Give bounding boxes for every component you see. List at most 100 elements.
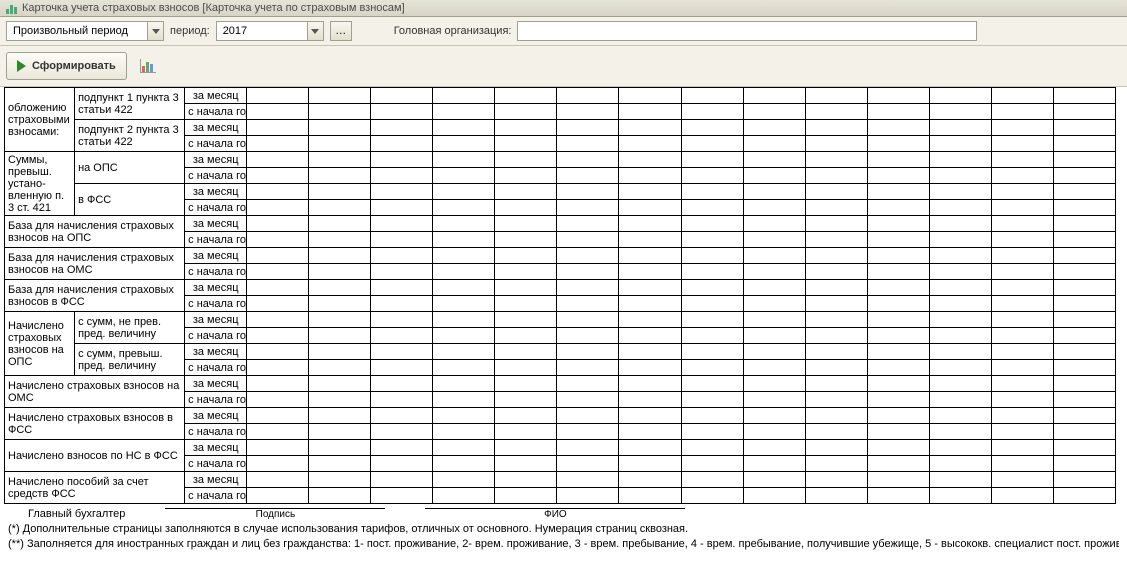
data-cell bbox=[433, 440, 495, 456]
data-cell bbox=[619, 296, 681, 312]
data-cell bbox=[929, 104, 991, 120]
row-label: Начислено страховых взносов на ОМС bbox=[5, 376, 185, 408]
data-cell bbox=[247, 344, 309, 360]
data-cell bbox=[681, 168, 743, 184]
data-cell bbox=[495, 104, 557, 120]
data-cell bbox=[805, 216, 867, 232]
data-cell bbox=[805, 312, 867, 328]
data-cell bbox=[929, 280, 991, 296]
period-type-combo[interactable]: Произвольный период bbox=[6, 21, 164, 41]
data-cell bbox=[495, 120, 557, 136]
data-cell bbox=[1053, 152, 1115, 168]
data-cell bbox=[433, 328, 495, 344]
data-cell bbox=[1053, 280, 1115, 296]
data-cell bbox=[433, 360, 495, 376]
org-input[interactable] bbox=[517, 21, 977, 41]
data-cell bbox=[929, 344, 991, 360]
data-cell bbox=[247, 456, 309, 472]
data-cell bbox=[991, 152, 1053, 168]
data-cell bbox=[929, 440, 991, 456]
row-label: Начислено взносов по НС в ФСС bbox=[5, 440, 185, 472]
data-cell bbox=[743, 216, 805, 232]
data-cell bbox=[247, 312, 309, 328]
data-cell bbox=[991, 360, 1053, 376]
period-month-cell: за месяц bbox=[185, 88, 247, 104]
period-type-value: Произвольный период bbox=[7, 24, 147, 38]
data-cell bbox=[557, 440, 619, 456]
data-cell bbox=[805, 104, 867, 120]
chart-settings-button[interactable] bbox=[135, 54, 161, 78]
data-cell bbox=[991, 376, 1053, 392]
data-cell bbox=[371, 120, 433, 136]
period-month-cell: за месяц bbox=[185, 152, 247, 168]
data-cell bbox=[247, 280, 309, 296]
data-cell bbox=[867, 136, 929, 152]
data-cell bbox=[495, 360, 557, 376]
period-picker-button[interactable]: … bbox=[330, 21, 352, 41]
data-cell bbox=[805, 280, 867, 296]
data-cell bbox=[805, 152, 867, 168]
data-cell bbox=[433, 88, 495, 104]
data-cell bbox=[1053, 344, 1115, 360]
data-cell bbox=[433, 216, 495, 232]
data-cell bbox=[1053, 472, 1115, 488]
data-cell bbox=[1053, 104, 1115, 120]
data-cell bbox=[743, 488, 805, 504]
dropdown-button[interactable] bbox=[307, 22, 323, 40]
data-cell bbox=[557, 248, 619, 264]
data-cell bbox=[495, 488, 557, 504]
data-cell bbox=[867, 472, 929, 488]
report-grid: обложению страховыми взносами:подпункт 1… bbox=[4, 87, 1116, 504]
data-cell bbox=[247, 488, 309, 504]
data-cell bbox=[247, 296, 309, 312]
action-toolbar: Сформировать bbox=[0, 46, 1127, 87]
data-cell bbox=[433, 280, 495, 296]
period-month-cell: за месяц bbox=[185, 408, 247, 424]
data-cell bbox=[991, 440, 1053, 456]
data-cell bbox=[495, 184, 557, 200]
data-cell bbox=[247, 264, 309, 280]
dropdown-button[interactable] bbox=[147, 22, 163, 40]
data-cell bbox=[805, 344, 867, 360]
period-value: 2017 bbox=[217, 24, 307, 38]
fio-caption: ФИО bbox=[425, 509, 685, 521]
data-cell bbox=[433, 344, 495, 360]
data-cell bbox=[557, 488, 619, 504]
period-month-cell: за месяц bbox=[185, 216, 247, 232]
period-value-combo[interactable]: 2017 bbox=[216, 21, 324, 41]
data-cell bbox=[681, 248, 743, 264]
data-cell bbox=[371, 168, 433, 184]
data-cell bbox=[743, 152, 805, 168]
data-cell bbox=[805, 424, 867, 440]
generate-button[interactable]: Сформировать bbox=[6, 52, 127, 80]
data-cell bbox=[929, 200, 991, 216]
data-cell bbox=[867, 328, 929, 344]
data-cell bbox=[991, 392, 1053, 408]
chevron-down-icon bbox=[152, 29, 160, 34]
data-cell bbox=[929, 152, 991, 168]
data-cell bbox=[371, 264, 433, 280]
data-cell bbox=[557, 360, 619, 376]
data-cell bbox=[557, 136, 619, 152]
data-cell bbox=[495, 440, 557, 456]
data-cell bbox=[991, 168, 1053, 184]
data-cell bbox=[619, 104, 681, 120]
data-cell bbox=[247, 248, 309, 264]
data-cell bbox=[743, 424, 805, 440]
data-cell bbox=[1053, 488, 1115, 504]
data-cell bbox=[805, 120, 867, 136]
data-cell bbox=[309, 296, 371, 312]
data-cell bbox=[433, 184, 495, 200]
data-cell bbox=[247, 120, 309, 136]
data-cell bbox=[929, 168, 991, 184]
data-cell bbox=[309, 280, 371, 296]
data-cell bbox=[371, 136, 433, 152]
data-cell bbox=[619, 168, 681, 184]
data-cell bbox=[371, 200, 433, 216]
data-cell bbox=[433, 264, 495, 280]
data-cell bbox=[247, 328, 309, 344]
data-cell bbox=[681, 376, 743, 392]
data-cell bbox=[681, 264, 743, 280]
period-ytd-cell: с начала года bbox=[185, 360, 247, 376]
data-cell bbox=[929, 408, 991, 424]
